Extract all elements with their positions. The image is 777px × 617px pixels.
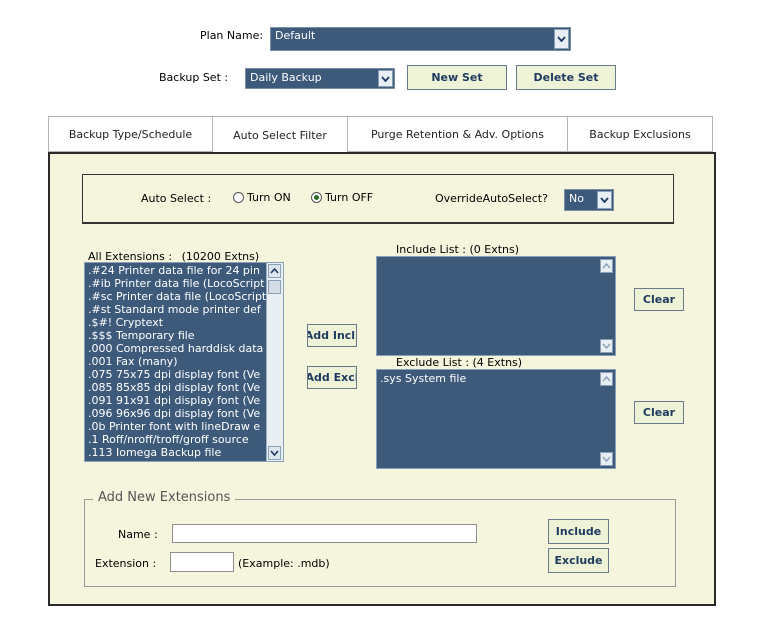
name-label: Name : [118, 528, 158, 541]
list-item[interactable]: .1 Roff/nroff/troff/groff source [85, 433, 266, 446]
chevron-down-icon[interactable] [600, 452, 613, 466]
list-item[interactable]: .$#! Cryptext [85, 316, 266, 329]
auto-select-box: Auto Select : Turn ON Turn OFF OverrideA… [82, 174, 674, 224]
turn-off-radio[interactable]: Turn OFF [311, 191, 373, 204]
exclude-list-label: Exclude List : (4 Extns) [396, 356, 523, 369]
chevron-up-icon[interactable] [268, 264, 281, 278]
list-item[interactable]: .000 Compressed harddisk data [85, 342, 266, 355]
new-set-button[interactable]: New Set [407, 65, 507, 90]
add-exclude-button[interactable]: Add Excl [307, 366, 357, 389]
add-new-extensions-legend: Add New Extensions [93, 490, 236, 505]
override-auto-select-label: OverrideAutoSelect? [435, 192, 548, 205]
list-item[interactable]: .113 Iomega Backup file [85, 446, 266, 459]
clear-exclude-button[interactable]: Clear [634, 401, 684, 424]
tab-purge-retention[interactable]: Purge Retention & Adv. Options [347, 116, 568, 152]
exclude-button[interactable]: Exclude [548, 548, 609, 573]
chevron-down-icon[interactable] [378, 70, 393, 87]
extension-example: (Example: .mdb) [238, 557, 330, 570]
extension-label: Extension : [95, 557, 157, 570]
include-list[interactable] [376, 256, 616, 356]
chevron-down-icon[interactable] [597, 191, 612, 209]
plan-name-value: Default [275, 29, 316, 42]
chevron-up-icon[interactable] [600, 259, 613, 273]
extension-input[interactable] [170, 552, 234, 572]
clear-include-button[interactable]: Clear [634, 288, 684, 311]
include-list-scrollbar[interactable] [599, 257, 615, 355]
tab-auto-select-filter[interactable]: Auto Select Filter [212, 116, 348, 153]
list-item[interactable]: .091 91x91 dpi display font (Ve [85, 394, 266, 407]
override-auto-select-select[interactable]: No [564, 189, 614, 211]
radio-off-icon [233, 192, 244, 203]
backup-set-value: Daily Backup [250, 71, 322, 84]
include-button[interactable]: Include [548, 519, 609, 544]
exclude-list[interactable]: .sys System file [376, 369, 616, 469]
scroll-thumb[interactable] [268, 280, 281, 294]
plan-name-select[interactable]: Default [270, 27, 571, 51]
radio-on-icon [311, 192, 322, 203]
list-item[interactable]: .0b Printer font with lineDraw e [85, 420, 266, 433]
auto-select-label: Auto Select : [141, 192, 212, 205]
override-value: No [569, 192, 584, 205]
chevron-down-icon[interactable] [600, 339, 613, 353]
delete-set-button[interactable]: Delete Set [516, 65, 616, 90]
list-item[interactable]: .085 85x85 dpi display font (Ve [85, 381, 266, 394]
chevron-up-icon[interactable] [600, 372, 613, 386]
list-item[interactable]: .001 Fax (many) [85, 355, 266, 368]
list-item[interactable]: .075 75x75 dpi display font (Ve [85, 368, 266, 381]
list-item[interactable]: .#st Standard mode printer def [85, 303, 266, 316]
all-extensions-scrollbar[interactable] [266, 263, 283, 461]
list-item[interactable]: .$$$ Temporary file [85, 329, 266, 342]
exclude-list-scrollbar[interactable] [599, 370, 615, 468]
chevron-down-icon[interactable] [268, 446, 281, 460]
chevron-down-icon[interactable] [554, 29, 569, 49]
plan-name-label: Plan Name: [200, 29, 264, 42]
list-item[interactable]: .096 96x96 dpi display font (Ve [85, 407, 266, 420]
list-item[interactable]: .#sc Printer data file (LocoScript [85, 290, 266, 303]
list-item[interactable]: .#ib Printer data file (LocoScript [85, 277, 266, 290]
all-extensions-list[interactable]: .#24 Printer data file for 24 pin .#ib Pr… [84, 262, 284, 462]
tab-backup-type-schedule[interactable]: Backup Type/Schedule [48, 116, 213, 152]
add-new-extensions-group: Add New Extensions Name : Extension : (E… [84, 490, 676, 587]
add-include-button[interactable]: Add Incl. [307, 324, 357, 347]
list-item[interactable]: .#24 Printer data file for 24 pin [85, 264, 266, 277]
turn-off-label: Turn OFF [325, 191, 374, 204]
include-list-label: Include List : (0 Extns) [396, 243, 520, 256]
backup-set-select[interactable]: Daily Backup [245, 68, 395, 89]
name-input[interactable] [172, 524, 477, 543]
tab-backup-exclusions[interactable]: Backup Exclusions [567, 116, 713, 152]
turn-on-radio[interactable]: Turn ON [233, 191, 291, 204]
backup-set-label: Backup Set : [159, 71, 229, 84]
list-item[interactable]: .sys System file [377, 372, 466, 385]
auto-select-filter-panel: Auto Select : Turn ON Turn OFF OverrideA… [48, 152, 716, 606]
turn-on-label: Turn ON [247, 191, 291, 204]
